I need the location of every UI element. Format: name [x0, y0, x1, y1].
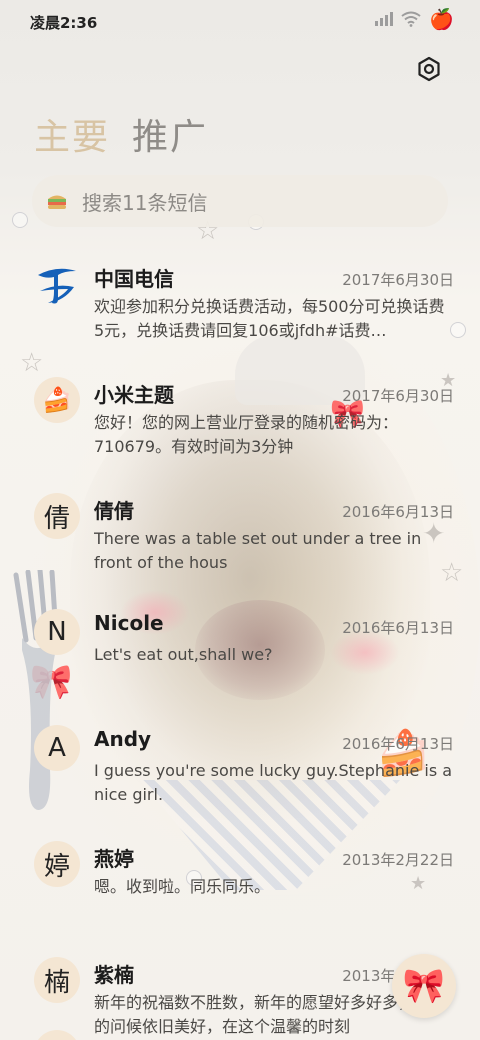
settings-icon[interactable] [416, 56, 442, 82]
signal-icon [375, 12, 394, 26]
conversation-list: 中国电信 2017年6月30日 欢迎参加积分兑换话费活动，每500分可兑换话费5… [0, 245, 480, 1040]
contact-name: 中国电信 [94, 267, 174, 291]
message-preview: There was a table set out under a tree i… [94, 529, 422, 572]
wifi-icon [401, 11, 421, 27]
message-date: 2013年2月22日 [342, 851, 454, 869]
bow-icon: 🎀 [402, 966, 446, 1006]
bubble-decoration [12, 212, 28, 228]
message-preview: 您好！您的网上营业厅登录的随机密码为：710679。有效时间为3分钟 [94, 413, 399, 456]
message-preview: I guess you're some lucky guy.Stephanie … [94, 761, 453, 804]
message-date: 2016年6月13日 [342, 619, 454, 637]
search-bar[interactable]: 搜索11条短信 [32, 175, 448, 227]
sandwich-icon [48, 195, 66, 209]
compose-button[interactable]: 🎀 [392, 954, 456, 1018]
conversation-row[interactable]: N Nicole 2016年6月13日 Let's eat out,shall … [0, 593, 480, 709]
conversation-row[interactable]: 倩 倩倩 2016年6月13日 There was a table set ou… [0, 477, 480, 593]
avatar [34, 261, 80, 307]
avatar: A [34, 725, 80, 771]
conversation-row[interactable]: A Andy 2016年6月13日 I guess you're some lu… [0, 709, 480, 825]
message-date: 2017年6月30日 [342, 387, 454, 405]
contact-name: Nicole [94, 611, 164, 635]
contact-name: 紫楠 [94, 963, 134, 987]
tab-bar: 主要 推广 [34, 108, 208, 160]
message-preview: 嗯。收到啦。同乐同乐。 [94, 877, 271, 896]
contact-name: Andy [94, 727, 152, 751]
avatar: 婷 [34, 841, 80, 887]
conversation-row[interactable]: 🍰 小米主题 2017年6月30日 您好！您的网上营业厅登录的随机密码为：710… [0, 361, 480, 477]
apple-icon: 🍎 [429, 7, 454, 31]
conversation-row[interactable]: 婷 燕婷 2013年2月22日 嗯。收到啦。同乐同乐。 [0, 825, 480, 941]
tab-primary[interactable]: 主要 [34, 108, 110, 160]
message-date: 2016年6月13日 [342, 503, 454, 521]
contact-name: 倩倩 [94, 499, 134, 523]
avatar: 🍰 [34, 377, 80, 423]
message-preview: Let's eat out,shall we? [94, 645, 273, 664]
message-date: 2016年6月13日 [342, 735, 454, 753]
status-bar: 凌晨2:36 🍎 [0, 0, 480, 42]
conversation-row[interactable]: 中国电信 2017年6月30日 欢迎参加积分兑换话费活动，每500分可兑换话费5… [0, 245, 480, 361]
avatar: 楠 [34, 957, 80, 1003]
tab-promotions[interactable]: 推广 [132, 108, 208, 160]
status-time: 凌晨2:36 [30, 14, 98, 32]
avatar: 倩 [34, 493, 80, 539]
cake-icon: 🍰 [42, 386, 72, 414]
china-telecom-logo-icon [38, 268, 76, 304]
search-input[interactable]: 搜索11条短信 [82, 187, 207, 216]
contact-name: 小米主题 [94, 383, 174, 407]
contact-name: 燕婷 [94, 847, 134, 871]
message-date: 2017年6月30日 [342, 271, 454, 289]
avatar: N [34, 609, 80, 655]
message-preview: 欢迎参加积分兑换话费活动，每500分可兑换话费5元，兑换话费请回复106或jfd… [94, 297, 445, 340]
